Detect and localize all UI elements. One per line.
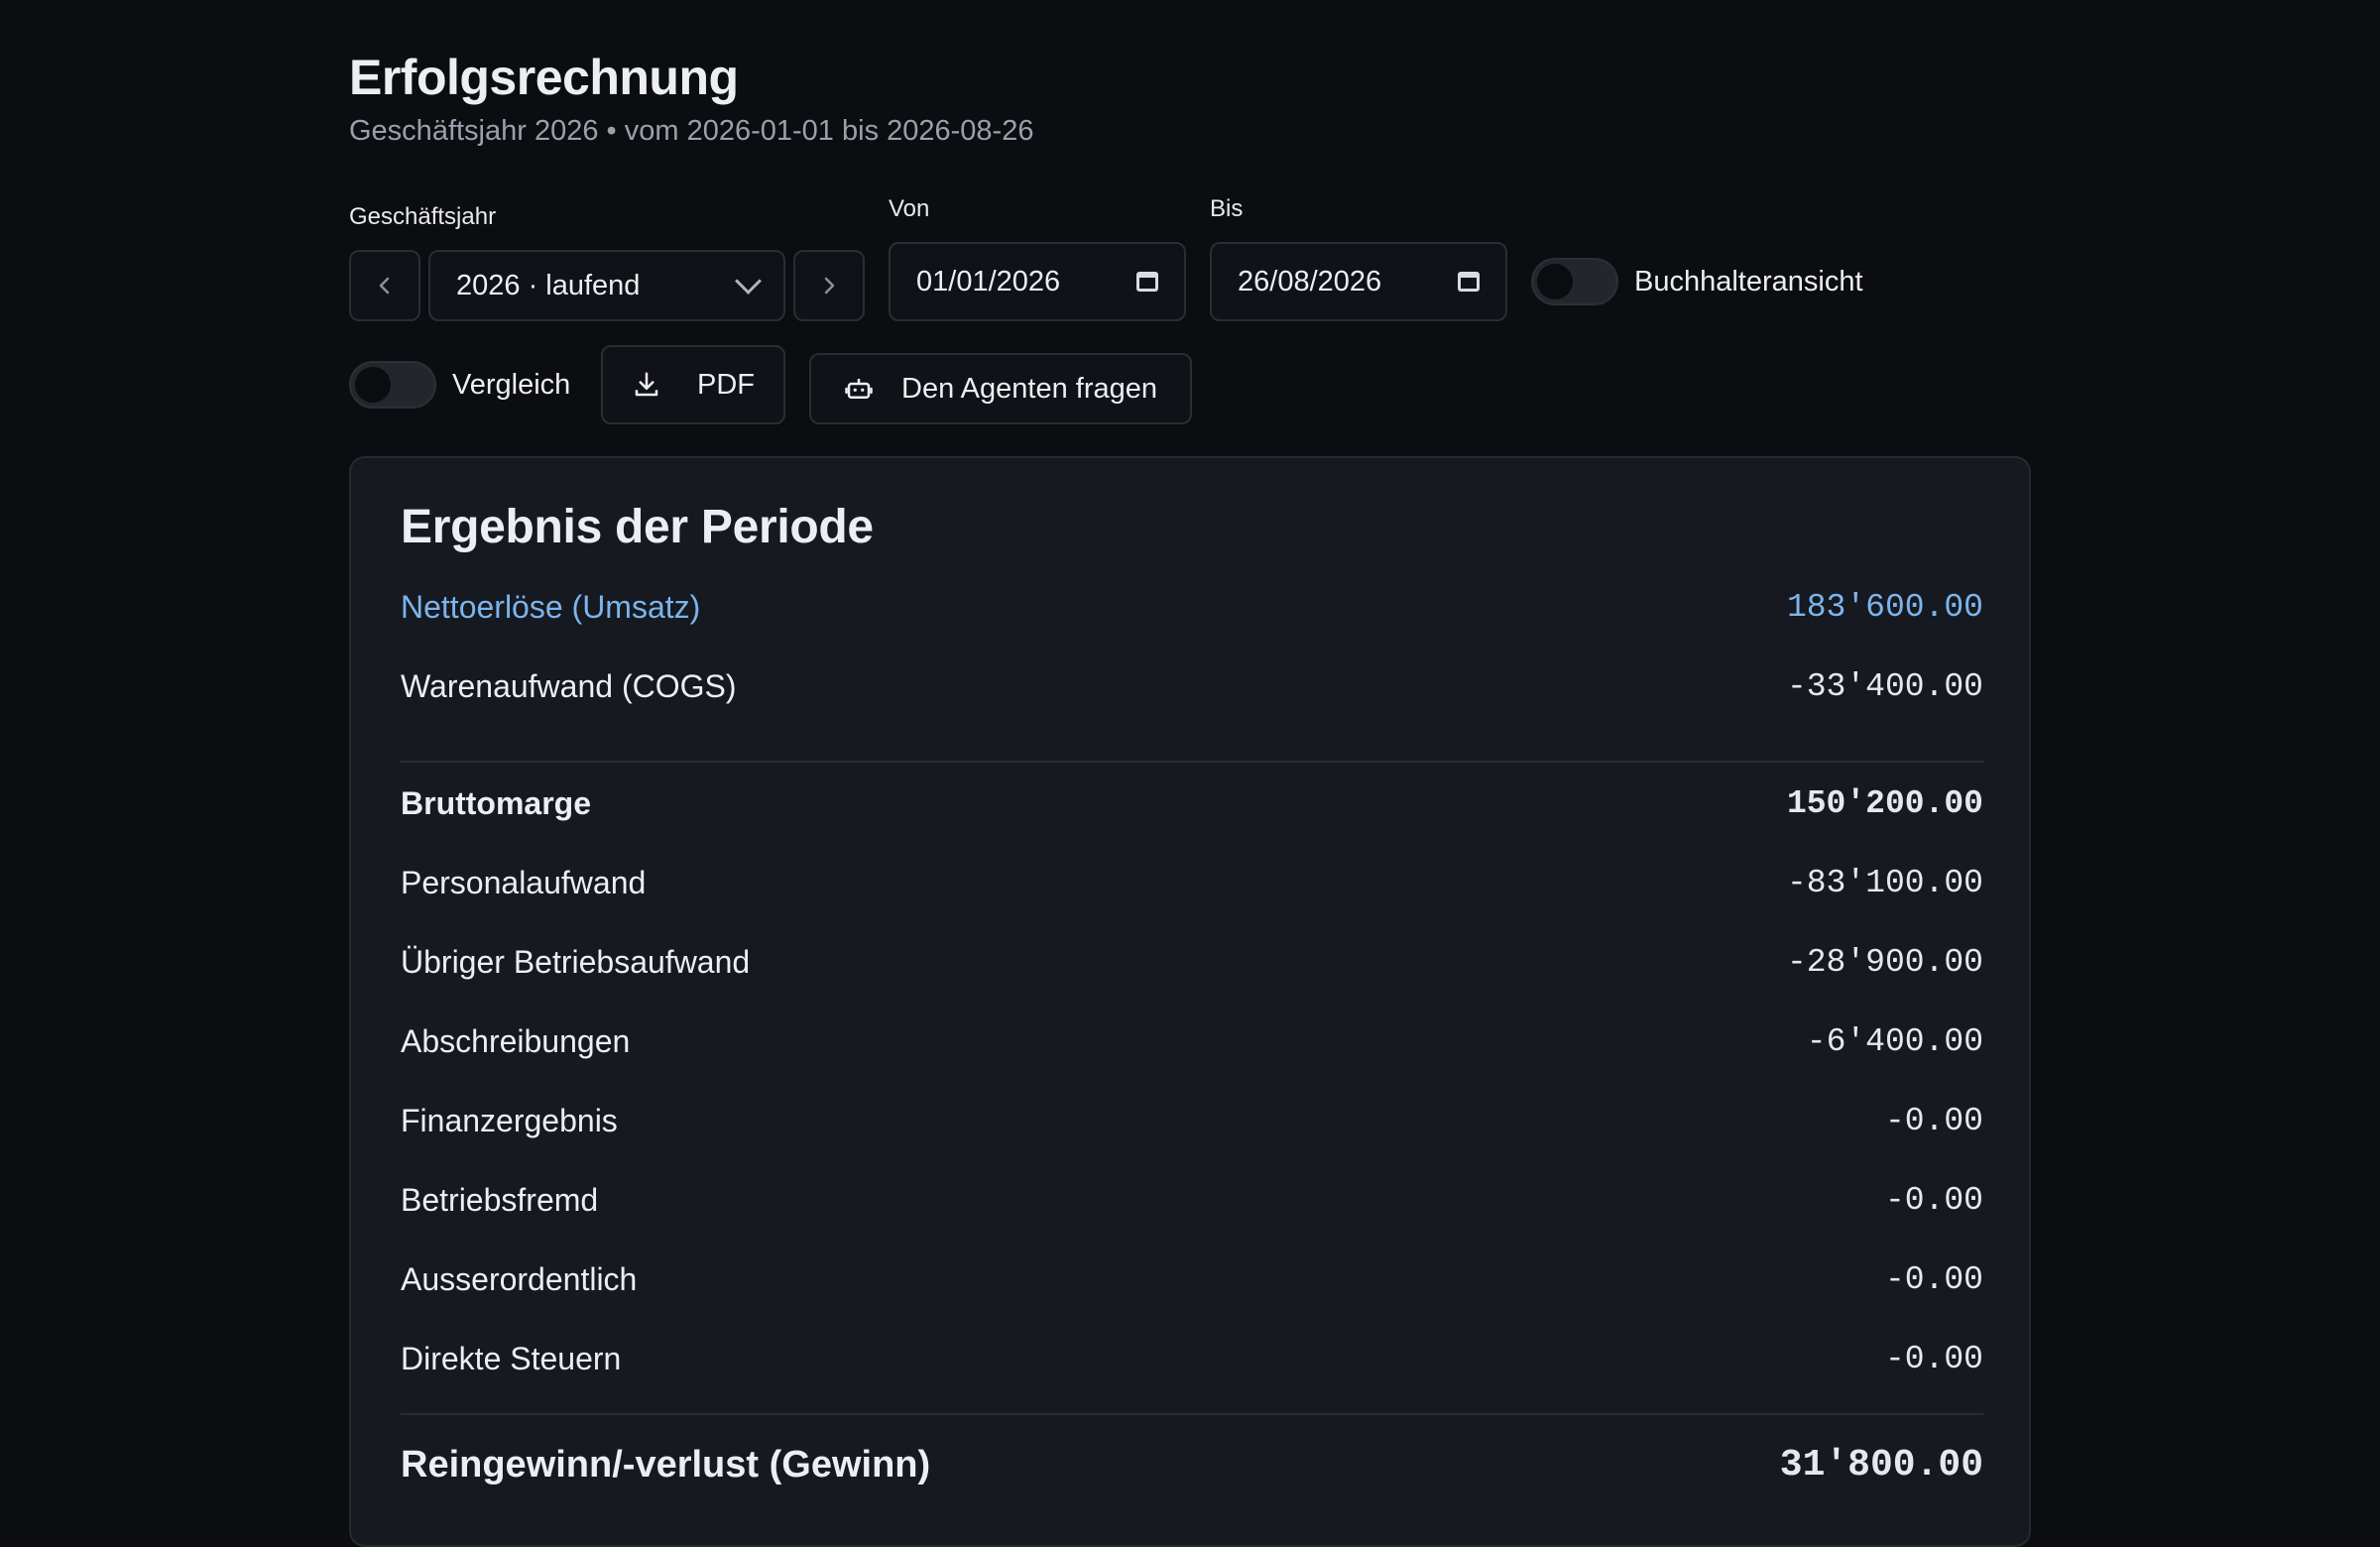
fiscal-year-label: Geschäftsjahr <box>349 203 497 230</box>
compare-label: Vergleich <box>452 369 571 401</box>
from-date-label: Von <box>889 195 930 222</box>
row-label: Bruttomarge <box>401 784 592 821</box>
row-label: Reingewinn/-verlust (Gewinn) <box>401 1443 931 1486</box>
from-date-value: 01/01/2026 <box>916 265 1061 298</box>
to-date-input[interactable]: 26/08/2026 <box>1210 242 1507 321</box>
period-result-card: Ergebnis der Periode Nettoerlöse (Umsatz… <box>349 456 2031 1547</box>
pdf-button-label: PDF <box>697 368 755 401</box>
page-title: Erfolgsrechnung <box>349 50 739 105</box>
row-amount: 150'200.00 <box>1786 784 1983 822</box>
previous-year-button[interactable] <box>349 250 420 321</box>
ask-agent-button[interactable]: Den Agenten fragen <box>809 353 1192 424</box>
row-amount: -28'900.00 <box>1786 943 1983 981</box>
compare-toggle[interactable] <box>349 361 436 409</box>
calendar-icon[interactable] <box>1458 272 1480 292</box>
accountant-view-label: Buchhalteransicht <box>1634 266 1863 298</box>
toggle-knob <box>1537 264 1573 299</box>
row-financial-result: Finanzergebnis -0.00 <box>401 1091 1983 1150</box>
row-net-revenue[interactable]: Nettoerlöse (Umsatz) 183'600.00 <box>401 577 1983 637</box>
row-amount: -0.00 <box>1884 1260 1983 1298</box>
row-label: Direkte Steuern <box>401 1340 622 1376</box>
chevron-down-icon <box>735 267 762 295</box>
row-amount: 31'800.00 <box>1779 1443 1983 1487</box>
row-label: Personalaufwand <box>401 864 647 900</box>
row-gross-margin: Bruttomarge 150'200.00 <box>401 774 1983 833</box>
row-amount: -83'100.00 <box>1786 864 1983 901</box>
row-amount: -6'400.00 <box>1806 1022 1983 1060</box>
row-direct-taxes: Direkte Steuern -0.00 <box>401 1329 1983 1388</box>
row-label: Warenaufwand (COGS) <box>401 667 737 704</box>
row-amount: 183'600.00 <box>1786 588 1983 626</box>
row-extraordinary: Ausserordentlich -0.00 <box>401 1250 1983 1309</box>
next-year-button[interactable] <box>793 250 865 321</box>
row-label: Ausserordentlich <box>401 1260 638 1297</box>
row-cogs: Warenaufwand (COGS) -33'400.00 <box>401 656 1983 716</box>
pdf-export-button[interactable]: PDF <box>601 345 785 424</box>
row-amount: -0.00 <box>1884 1340 1983 1377</box>
to-date-value: 26/08/2026 <box>1238 265 1382 298</box>
row-label: Finanzergebnis <box>401 1102 618 1138</box>
row-other-operating-expense: Übriger Betriebsaufwand -28'900.00 <box>401 932 1983 992</box>
row-net-profit: Reingewinn/-verlust (Gewinn) 31'800.00 <box>401 1430 1983 1499</box>
row-depreciation: Abschreibungen -6'400.00 <box>401 1012 1983 1071</box>
row-non-operating: Betriebsfremd -0.00 <box>401 1170 1983 1230</box>
row-label: Nettoerlöse (Umsatz) <box>401 588 701 625</box>
chevron-left-icon <box>379 277 390 295</box>
robot-icon <box>845 379 873 399</box>
to-date-label: Bis <box>1210 195 1244 222</box>
download-icon <box>635 372 658 397</box>
ask-agent-label: Den Agenten fragen <box>901 372 1157 405</box>
calendar-icon[interactable] <box>1136 272 1158 292</box>
from-date-input[interactable]: 01/01/2026 <box>889 242 1186 321</box>
page-subtitle: Geschäftsjahr 2026 • vom 2026-01-01 bis … <box>349 115 1034 147</box>
row-personnel-expense: Personalaufwand -83'100.00 <box>401 853 1983 912</box>
row-label: Abschreibungen <box>401 1022 631 1059</box>
accountant-view-toggle[interactable] <box>1531 258 1618 305</box>
row-amount: -33'400.00 <box>1786 667 1983 705</box>
chevron-right-icon <box>824 277 835 295</box>
row-amount: -0.00 <box>1884 1102 1983 1139</box>
row-amount: -0.00 <box>1884 1181 1983 1219</box>
toggle-knob <box>355 367 391 403</box>
divider <box>401 1413 1983 1415</box>
row-label: Übriger Betriebsaufwand <box>401 943 751 980</box>
fiscal-year-select[interactable]: 2026 · laufend <box>428 250 785 321</box>
fiscal-year-value: 2026 · laufend <box>456 269 641 301</box>
divider <box>401 761 1983 763</box>
card-title: Ergebnis der Periode <box>401 501 874 553</box>
row-label: Betriebsfremd <box>401 1181 599 1218</box>
